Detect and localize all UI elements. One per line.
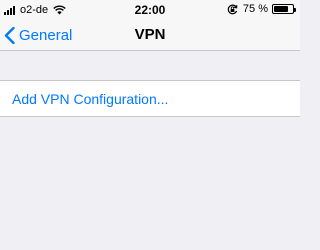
- battery-tip: [294, 8, 296, 12]
- page-title: VPN: [134, 26, 166, 43]
- battery-percentage: 75 %: [242, 3, 268, 15]
- status-bar: o2-de 22:00 75 %: [0, 0, 300, 20]
- vpn-settings-screen: o2-de 22:00 75 % General VPN Add VPN Con…: [0, 0, 300, 250]
- navigation-bar: General VPN: [0, 20, 300, 51]
- battery-icon: [272, 4, 296, 14]
- status-right: 75 %: [227, 3, 296, 15]
- rotation-lock-icon: [227, 4, 238, 14]
- vpn-configuration-group: Add VPN Configuration...: [0, 80, 300, 117]
- add-vpn-configuration-button[interactable]: Add VPN Configuration...: [0, 81, 300, 116]
- battery-level-fill: [274, 6, 288, 12]
- add-vpn-configuration-label: Add VPN Configuration...: [12, 90, 169, 107]
